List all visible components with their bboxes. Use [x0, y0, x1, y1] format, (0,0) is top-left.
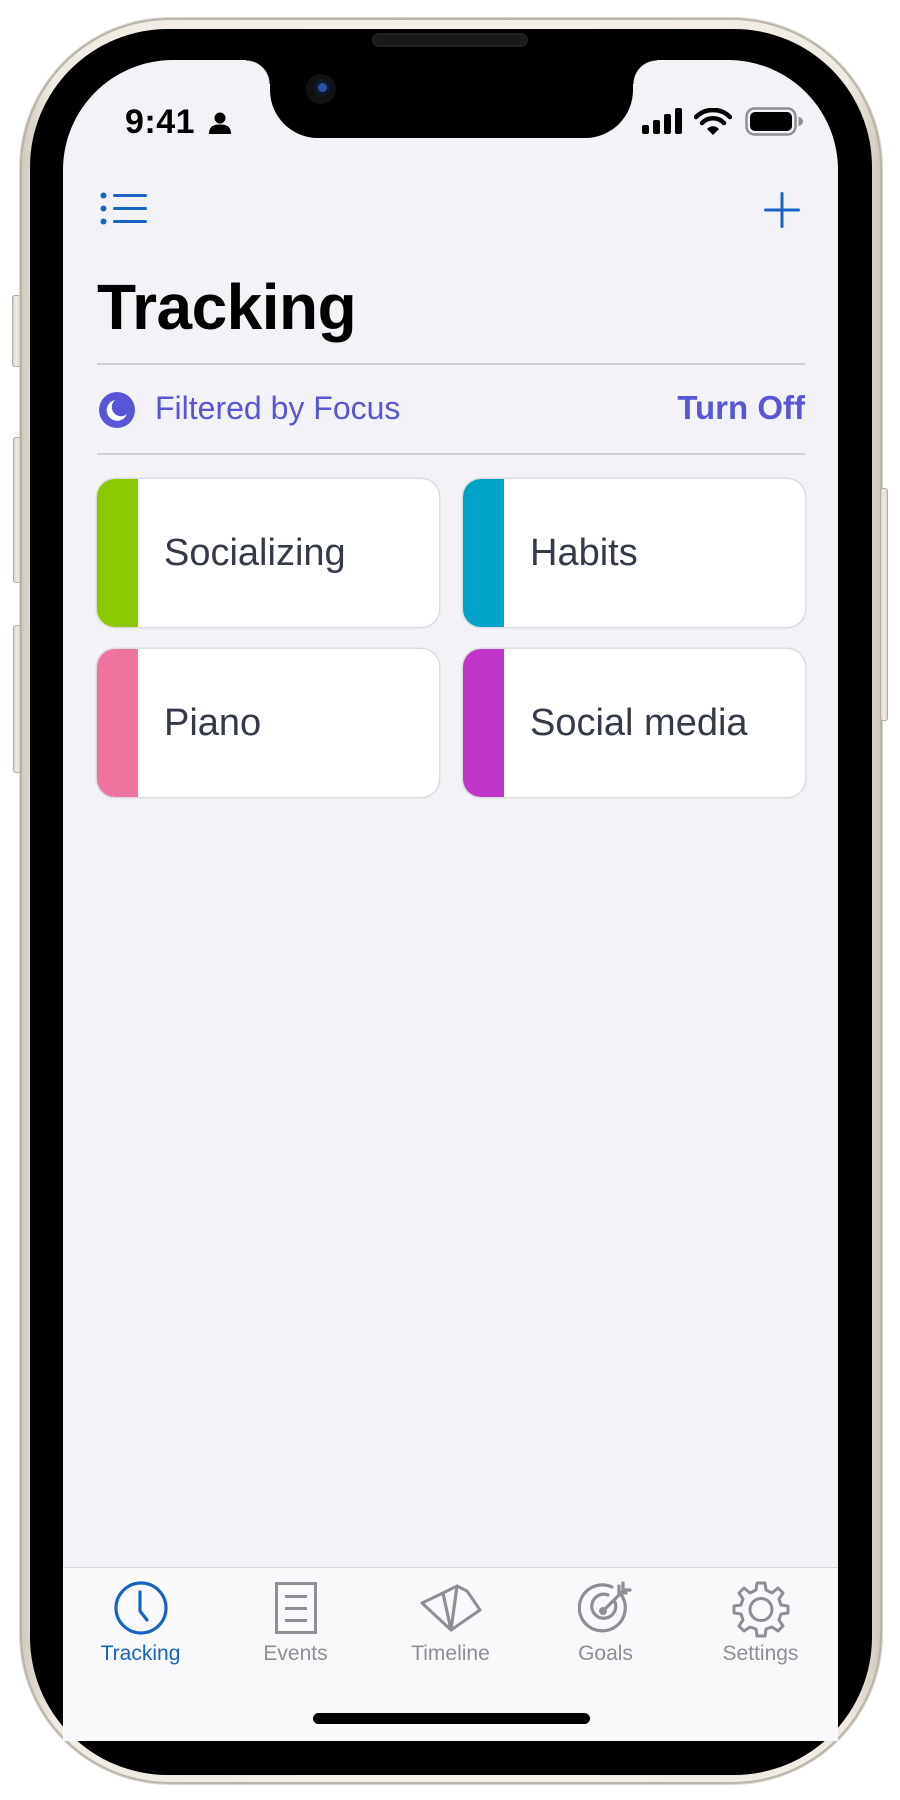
- tab-label: Events: [263, 1642, 328, 1665]
- volume-up-button: [13, 437, 21, 583]
- category-card[interactable]: Socializing: [97, 479, 439, 627]
- tab-goals[interactable]: Goals: [528, 1568, 683, 1688]
- speaker-grille: [372, 33, 528, 47]
- page-title: Tracking: [97, 271, 357, 343]
- divider: [97, 363, 805, 365]
- volume-down-button: [13, 625, 21, 773]
- wifi-icon: [694, 108, 732, 135]
- home-indicator[interactable]: [313, 1713, 590, 1724]
- tab-timeline[interactable]: Timeline: [373, 1568, 528, 1688]
- focus-filter-label: Filtered by Focus: [155, 390, 401, 426]
- mute-switch: [12, 295, 21, 367]
- list-icon[interactable]: [100, 192, 148, 225]
- tab-label: Timeline: [411, 1642, 490, 1665]
- category-color-strip: [97, 649, 138, 797]
- document-list-icon: [274, 1582, 317, 1634]
- moon-icon: [99, 392, 135, 428]
- person-icon: [209, 112, 231, 134]
- clock-icon: [113, 1581, 168, 1635]
- gear-icon: [732, 1581, 789, 1638]
- timeline-fan-icon: [420, 1584, 481, 1632]
- battery-icon: [745, 107, 803, 136]
- category-card[interactable]: Habits: [463, 479, 805, 627]
- divider: [97, 453, 805, 455]
- category-label: Habits: [530, 532, 638, 574]
- status-time: 9:41: [125, 103, 196, 141]
- plus-icon[interactable]: [763, 191, 801, 229]
- tab-label: Tracking: [100, 1642, 181, 1665]
- category-label: Social media: [530, 702, 748, 744]
- front-camera: [306, 74, 336, 104]
- tab-tracking[interactable]: Tracking: [63, 1568, 218, 1688]
- category-color-strip: [97, 479, 138, 627]
- turn-off-button[interactable]: Turn Off: [677, 389, 805, 427]
- tab-label: Settings: [722, 1642, 799, 1665]
- tab-label: Goals: [578, 1642, 633, 1665]
- category-card[interactable]: Piano: [97, 649, 439, 797]
- tab-events[interactable]: Events: [218, 1568, 373, 1688]
- category-color-strip: [463, 479, 504, 627]
- tab-settings[interactable]: Settings: [683, 1568, 838, 1688]
- category-color-strip: [463, 649, 504, 797]
- category-label: Socializing: [164, 532, 346, 574]
- power-button: [880, 488, 888, 721]
- cellular-signal-icon: [642, 108, 682, 134]
- category-card[interactable]: Social media: [463, 649, 805, 797]
- category-label: Piano: [164, 702, 262, 744]
- target-icon: [577, 1581, 632, 1633]
